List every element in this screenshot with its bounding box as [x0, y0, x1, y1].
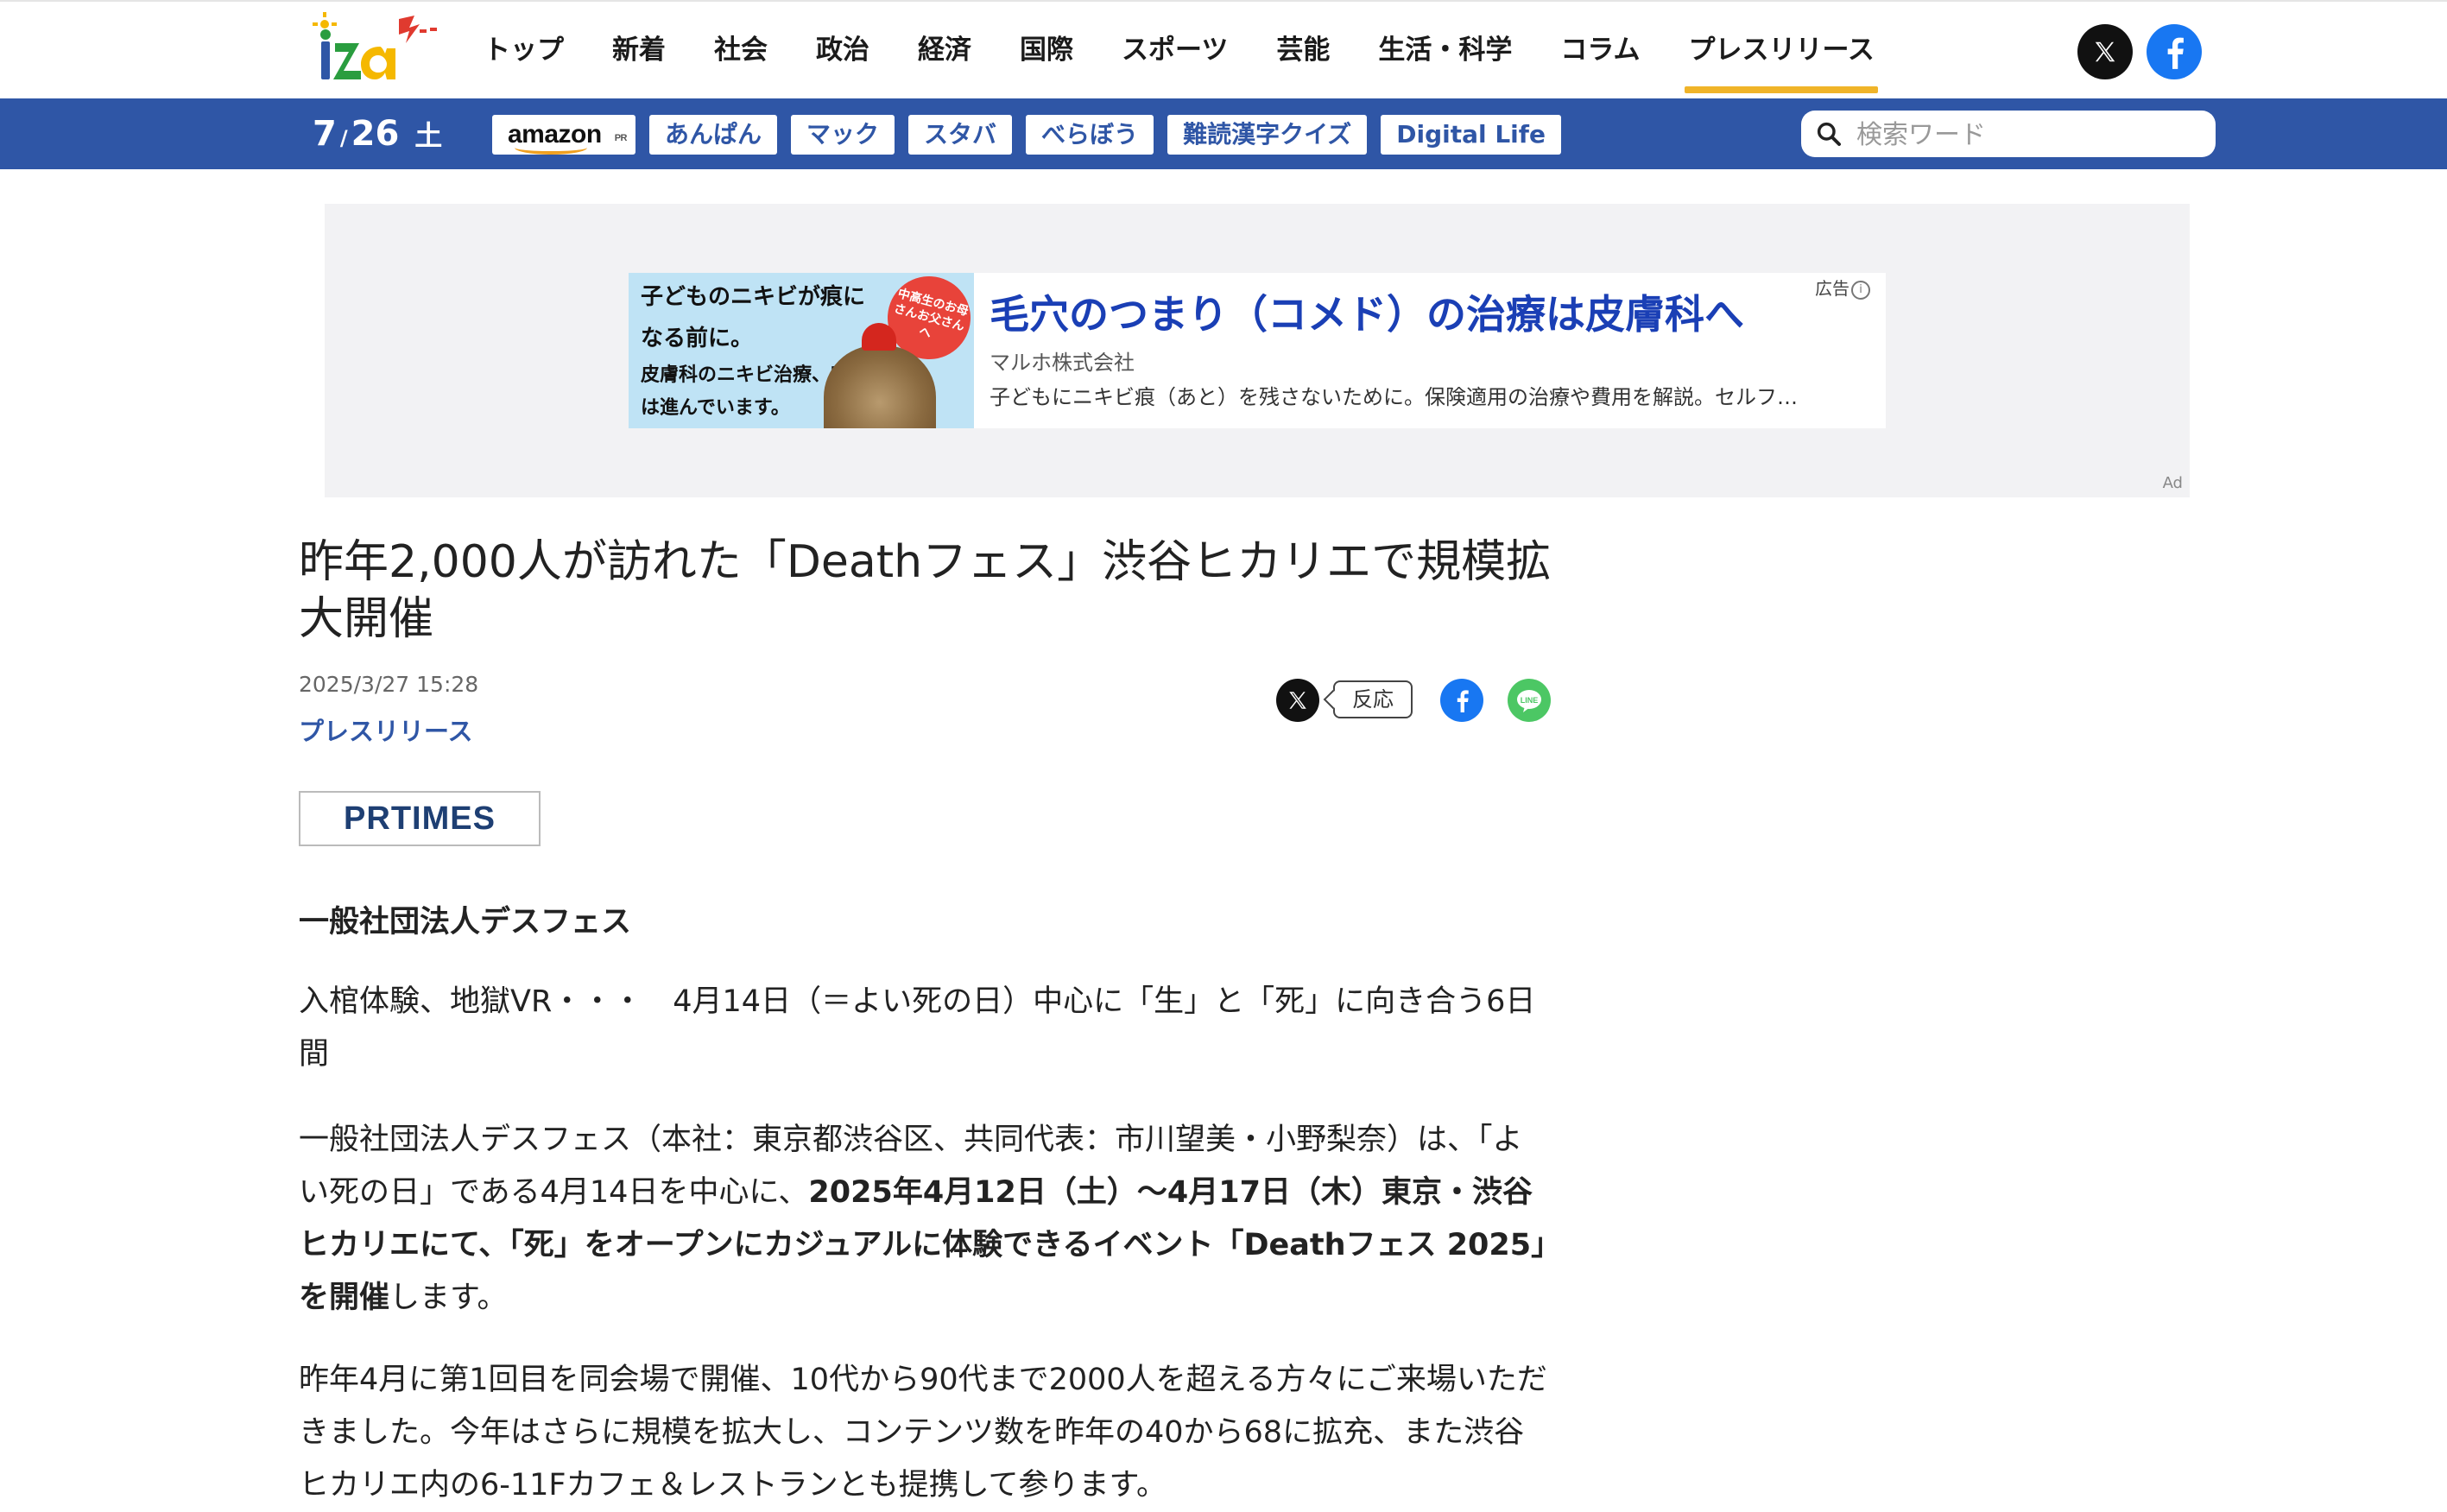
ad-choices-label[interactable]: 広告 i [1815, 275, 1870, 300]
search-icon[interactable] [1815, 120, 1843, 148]
nav-international[interactable]: 国際 [1020, 2, 1073, 98]
organization-name: 一般社団法人デスフェス [299, 905, 632, 939]
article-title: 昨年2,000人が訪れた「Deathフェス」渋谷ヒカリエで規模拡大開催 [299, 536, 1552, 645]
reaction-count-button[interactable]: 反応 [1333, 680, 1413, 718]
ad-banner-area: 子どものニキビが痕になる前に。 皮膚科のニキビ治療、実は進んでいます。 中高生の… [325, 204, 2190, 497]
share-x-button[interactable] [1276, 679, 1319, 722]
prtimes-logo[interactable]: PRTIMES [299, 791, 541, 846]
iza-logo[interactable] [313, 12, 442, 85]
ad-description: 子どもにニキビ痕（あと）を残さないために。保険適用の治療や費用を解説。セルフ… [990, 385, 1798, 409]
ad-image[interactable]: 子どものニキビが痕になる前に。 皮膚科のニキビ治療、実は進んでいます。 中高生の… [629, 273, 974, 428]
amazon-pr-label: PR [614, 133, 628, 143]
nav-column[interactable]: コラム [1560, 2, 1640, 98]
nav-top[interactable]: トップ [484, 2, 564, 98]
ad-card[interactable]: 子どものニキビが痕になる前に。 皮膚科のニキビ治療、実は進んでいます。 中高生の… [629, 273, 1886, 428]
nav-economy[interactable]: 経済 [918, 2, 971, 98]
sub-navigation-bar: 7/26 土 amazon PR あんぱん マック スタバ べらぼう 難読漢字クイ… [0, 98, 2447, 169]
x-logo-icon [1289, 692, 1306, 709]
date-month: 7 [313, 114, 337, 154]
tag-mac[interactable]: マック [791, 115, 895, 155]
search-input[interactable] [1855, 111, 2204, 159]
article-category-link[interactable]: プレスリリース [299, 712, 473, 748]
amazon-pr-tag[interactable]: amazon PR [492, 115, 635, 155]
share-facebook-button[interactable] [1440, 679, 1483, 722]
info-icon: i [1851, 280, 1870, 300]
main-nav: トップ 新着 社会 政治 経済 国際 スポーツ 芸能 生活・科学 コラム プレス… [484, 2, 1923, 98]
trending-tags: amazon PR あんぱん マック スタバ べらぼう 難読漢字クイズ Digi… [492, 115, 1561, 155]
ad-image-headline: 子どものニキビが痕になる前に。 [641, 284, 866, 351]
ad-corner-label: Ad [2162, 474, 2183, 492]
share-line-button[interactable]: LINE [1508, 679, 1551, 722]
paragraph-1-text-c: します。 [389, 1281, 508, 1315]
nav-entertainment[interactable]: 芸能 [1276, 2, 1330, 98]
svg-text:LINE: LINE [1521, 696, 1539, 705]
date-slash: / [339, 126, 348, 150]
ad-advertiser: マルホ株式会社 [990, 351, 1135, 375]
nav-society[interactable]: 社会 [714, 2, 768, 98]
article-lead: 入棺体験、地獄VR・・・ 4月14日（＝よい死の日）中心に「生」と「死」に向き合… [299, 984, 1536, 1072]
hedgehog-hat-illustration [862, 323, 896, 351]
tag-anpan[interactable]: あんぱん [649, 115, 778, 155]
facebook-logo-icon [1457, 690, 1469, 712]
article-paragraph-1: 一般社団法人デスフェス（本社：東京都渋谷区、共同代表：市川望美・小野梨奈）は、「… [299, 1114, 1551, 1325]
line-logo-icon: LINE [1517, 690, 1541, 712]
x-follow-button[interactable] [2077, 24, 2133, 79]
current-date: 7/26 土 [313, 98, 442, 169]
article-paragraph-2: 昨年4月に第1回目を同会場で開催、10代から90代まで2000人を超える方々にご… [299, 1363, 1547, 1503]
date-day: 26 [351, 114, 400, 154]
nav-politics[interactable]: 政治 [816, 2, 869, 98]
tag-berabou[interactable]: べらぼう [1026, 115, 1154, 155]
facebook-follow-button[interactable] [2147, 24, 2202, 79]
nav-life-science[interactable]: 生活・科学 [1378, 2, 1512, 98]
ad-title[interactable]: 毛穴のつまり（コメド）の治療は皮膚科へ [990, 283, 1744, 340]
amazon-smile-icon [515, 141, 587, 155]
search-box [1801, 111, 2216, 159]
tag-kanji-quiz[interactable]: 難読漢字クイズ [1167, 115, 1368, 155]
nav-sports[interactable]: スポーツ [1122, 2, 1228, 98]
x-logo-icon [2095, 41, 2115, 62]
date-weekday: 土 [414, 119, 443, 152]
tag-starbucks[interactable]: スタバ [908, 115, 1013, 155]
article-date: 2025/3/27 15:28 [299, 672, 479, 697]
nav-new[interactable]: 新着 [612, 2, 666, 98]
nav-press-release[interactable]: プレスリリース [1685, 2, 1879, 98]
site-header: トップ 新着 社会 政治 経済 国際 スポーツ 芸能 生活・科学 コラム プレス… [0, 0, 2447, 98]
ad-label-text: 広告 [1815, 278, 1849, 299]
facebook-logo-icon [2167, 37, 2184, 69]
tag-digital-life[interactable]: Digital Life [1381, 115, 1561, 155]
